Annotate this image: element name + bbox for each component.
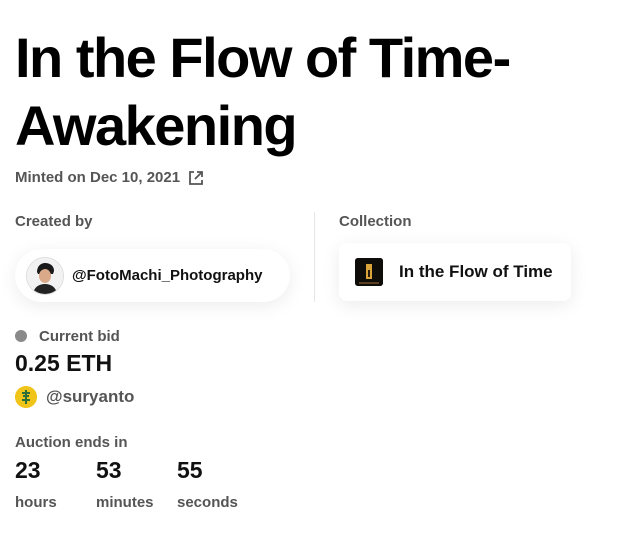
external-link-icon[interactable] bbox=[188, 170, 204, 186]
countdown-hours-unit: hours bbox=[15, 494, 57, 511]
bidder-profile-link[interactable]: @suryanto bbox=[15, 386, 134, 408]
bidder-avatar bbox=[15, 386, 37, 408]
minted-date: Minted on Dec 10, 2021 bbox=[15, 169, 204, 186]
collection-link[interactable]: In the Flow of Time bbox=[339, 243, 571, 301]
collection-name: In the Flow of Time bbox=[399, 262, 553, 281]
countdown-minutes-value: 53 bbox=[96, 457, 122, 483]
minted-date-text: Minted on Dec 10, 2021 bbox=[15, 169, 181, 186]
collection-thumbnail bbox=[355, 258, 383, 286]
creator-profile-button[interactable]: @FotoMachi_Photography bbox=[15, 249, 290, 302]
collection-label: Collection bbox=[339, 213, 412, 230]
divider bbox=[314, 212, 315, 302]
countdown-minutes-unit: minutes bbox=[96, 494, 154, 511]
creator-handle: @FotoMachi_Photography bbox=[72, 267, 263, 284]
current-bid-amount: 0.25 ETH bbox=[15, 350, 113, 376]
auction-ends-label: Auction ends in bbox=[15, 434, 128, 451]
current-bid-label: Current bid bbox=[39, 328, 120, 345]
countdown-seconds-value: 55 bbox=[177, 457, 203, 483]
created-by-label: Created by bbox=[15, 213, 93, 230]
artwork-title: In the Flow of Time- Awakening bbox=[15, 26, 511, 157]
bidder-handle: @suryanto bbox=[46, 387, 135, 406]
countdown-seconds-unit: seconds bbox=[177, 494, 238, 511]
bid-status-dot bbox=[15, 330, 27, 342]
countdown-hours-value: 23 bbox=[15, 457, 41, 483]
creator-avatar bbox=[26, 256, 64, 295]
